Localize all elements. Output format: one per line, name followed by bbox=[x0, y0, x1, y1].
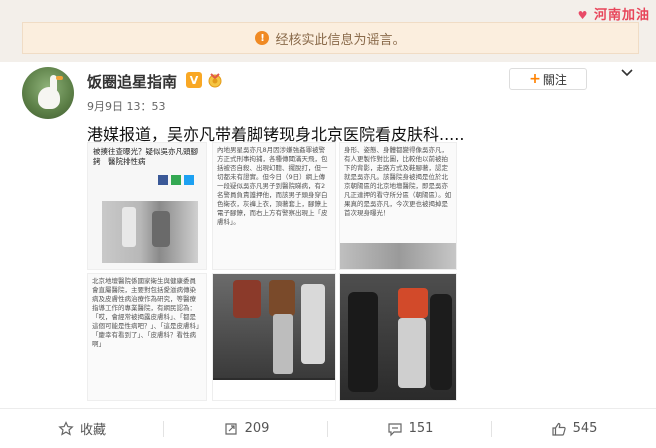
star-icon bbox=[58, 420, 74, 436]
image-1-headline: 被揍往查曝光？疑似吳亦凡頭腳銬 醫院排性病 bbox=[93, 147, 198, 166]
post-image-1[interactable]: 被揍往查曝光？疑似吳亦凡頭腳銬 醫院排性病 bbox=[87, 142, 207, 270]
image-3-text: 身形、姿態、身體都變得像吳亦凡，有人更製作對比圖，比較他以前被拍下的背影，走路方… bbox=[344, 146, 452, 217]
collect-button[interactable]: 收藏 bbox=[0, 409, 164, 448]
image-5-photo bbox=[213, 274, 335, 378]
goose-beak bbox=[56, 76, 63, 80]
action-bar: 收藏 209 151 545 bbox=[0, 408, 656, 448]
repost-button[interactable]: 209 bbox=[164, 409, 328, 448]
post-image-6[interactable] bbox=[339, 273, 457, 401]
corner-decoration: ♥ 河南加油 bbox=[578, 4, 650, 23]
avatar[interactable] bbox=[22, 67, 74, 119]
chevron-down-icon[interactable] bbox=[620, 66, 634, 80]
like-count: 545 bbox=[572, 421, 598, 436]
heart-icon: ♥ bbox=[577, 9, 589, 22]
plus-icon: + bbox=[529, 71, 541, 87]
image-3-photo bbox=[340, 243, 456, 269]
medal-badge-icon bbox=[206, 72, 224, 88]
post-image-5[interactable] bbox=[212, 273, 336, 401]
corner-deco-text: 河南加油 bbox=[593, 8, 650, 23]
username[interactable]: 饭圈追星指南 bbox=[87, 71, 177, 92]
image-5-caption bbox=[213, 380, 335, 400]
follow-button[interactable]: + 關注 bbox=[509, 68, 587, 90]
image-1-photo bbox=[102, 201, 198, 263]
post-image-3[interactable]: 身形、姿態、身體都變得像吳亦凡，有人更製作對比圖，比較他以前被拍下的背影，走路方… bbox=[339, 142, 457, 270]
image-4-text: 北京地壇醫院係國家衛生與健康委員會直屬醫院，主要對包括愛滋病傳染病及皮膚性病治療… bbox=[92, 277, 200, 348]
comment-count: 151 bbox=[408, 421, 434, 436]
notice-text: 经核实此信息为谣言。 bbox=[275, 32, 406, 48]
follow-label: 關注 bbox=[542, 72, 567, 87]
verified-badge-icon: V bbox=[186, 72, 202, 88]
post-time[interactable]: 9月9日 13：53 bbox=[87, 98, 166, 114]
comment-button[interactable]: 151 bbox=[328, 409, 492, 448]
collect-label: 收藏 bbox=[79, 423, 106, 438]
post-image-2[interactable]: 內地男星吳亦凡8月因涉嫌強姦罪被警方正式刑事拘捕，各種傳聞滿天飛，包括被否自殺、… bbox=[212, 142, 336, 270]
like-button[interactable]: 545 bbox=[492, 409, 656, 448]
rumor-notice-banner: ! 经核实此信息为谣言。 bbox=[22, 22, 639, 54]
comment-icon bbox=[387, 422, 402, 436]
image-6-photo bbox=[340, 274, 456, 400]
post-image-4[interactable]: 北京地壇醫院係國家衛生與健康委員會直屬醫院，主要對包括愛滋病傳染病及皮膚性病治療… bbox=[87, 273, 207, 401]
image-2-text: 內地男星吳亦凡8月因涉嫌強姦罪被警方正式刑事拘捕，各種傳聞滿天飛，包括被否自殺、… bbox=[217, 146, 328, 226]
repost-icon bbox=[224, 422, 237, 435]
thumbs-up-icon bbox=[551, 422, 566, 436]
warning-icon: ! bbox=[255, 31, 270, 45]
share-icons bbox=[158, 175, 194, 185]
repost-count: 209 bbox=[244, 421, 270, 436]
